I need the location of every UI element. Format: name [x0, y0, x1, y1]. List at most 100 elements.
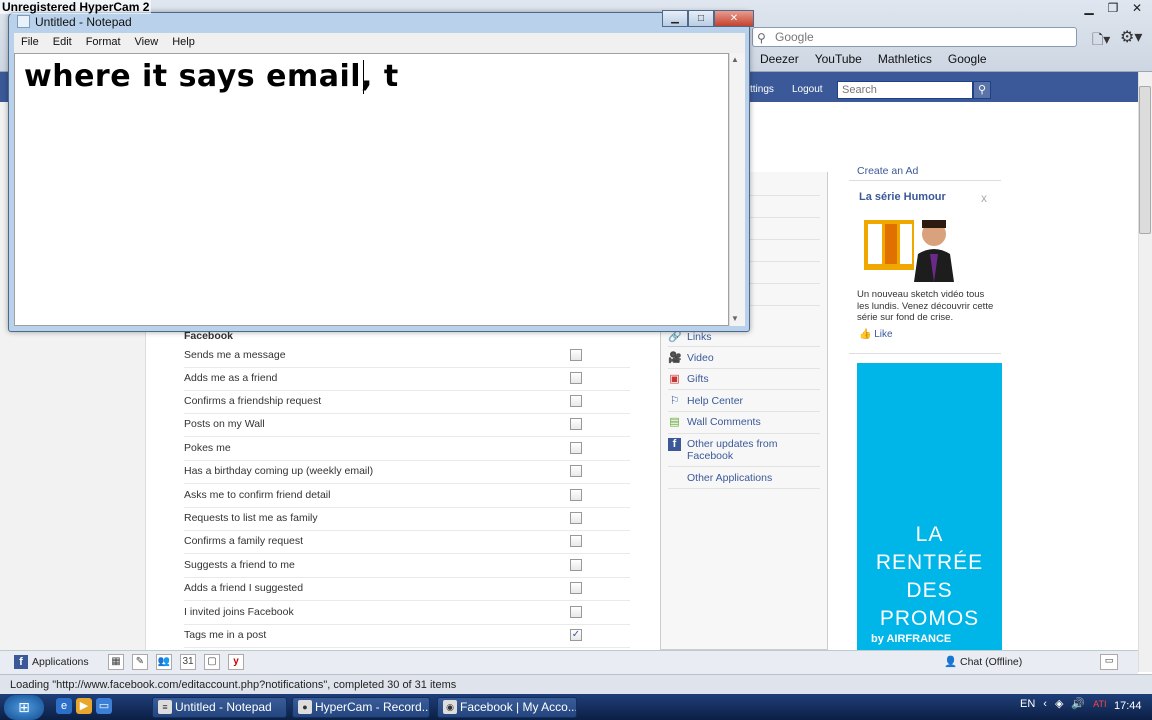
facebook-icon: f: [668, 438, 681, 451]
side-item-help-center[interactable]: ⚐ Help Center: [668, 395, 787, 408]
photos-icon[interactable]: ▦: [108, 654, 124, 670]
maximize-icon[interactable]: □: [688, 10, 714, 27]
bookmark-mathletics[interactable]: Mathletics: [878, 52, 932, 66]
side-item-other-applications[interactable]: Other Applications: [668, 472, 787, 485]
notification-label: Asks me to confirm friend detail: [184, 489, 331, 501]
notification-row: Tags me in a post ✓: [184, 625, 630, 648]
minimize-icon[interactable]: ▁: [662, 10, 688, 27]
create-ad-link[interactable]: Create an Ad: [857, 165, 918, 177]
side-item-wall-comments[interactable]: ▤ Wall Comments: [668, 416, 787, 429]
chat-button[interactable]: 👤 Chat (Offline): [944, 655, 1022, 668]
ad-image[interactable]: [862, 210, 957, 282]
menu-file[interactable]: File: [14, 33, 46, 53]
facebook-search-input[interactable]: Search: [837, 81, 973, 99]
notes-icon[interactable]: ▢: [204, 654, 220, 670]
side-item-gifts[interactable]: ▣ Gifts: [668, 373, 787, 386]
bookmark-google[interactable]: Google: [948, 52, 987, 66]
media-player-icon[interactable]: ▶: [76, 698, 92, 714]
logout-link[interactable]: Logout: [792, 84, 823, 95]
wall-icon: ▤: [669, 416, 680, 428]
notepad-icon: [17, 15, 30, 28]
facebook-icon: f: [14, 655, 28, 669]
taskbar-hypercam[interactable]: ● HyperCam - Record...: [292, 697, 430, 718]
side-item-video[interactable]: 🎥 Video: [668, 352, 787, 365]
bookmark-deezer[interactable]: Deezer: [760, 52, 799, 66]
notification-checkbox[interactable]: [570, 606, 582, 618]
settings-link[interactable]: ttings: [750, 84, 774, 95]
divider: [668, 488, 820, 489]
applications-button[interactable]: f Applications: [14, 653, 89, 671]
notification-checkbox[interactable]: [570, 465, 582, 477]
hypercam-icon: ●: [298, 700, 312, 714]
friends-icon[interactable]: 👥: [156, 654, 172, 670]
page-menu-icon[interactable]: 🗋▾: [1092, 29, 1110, 53]
notification-checkbox[interactable]: [570, 489, 582, 501]
ati-icon[interactable]: ATI: [1093, 699, 1106, 709]
menu-format[interactable]: Format: [79, 33, 128, 53]
notification-checkbox[interactable]: [570, 418, 582, 430]
show-desktop-icon[interactable]: ▭: [96, 698, 112, 714]
ad-like-link[interactable]: 👍 Like: [859, 329, 893, 340]
menu-help[interactable]: Help: [165, 33, 202, 53]
browser-window-controls: ▁ ❐ ✕: [1078, 0, 1148, 16]
notification-checkbox[interactable]: [570, 395, 582, 407]
expand-tray-icon[interactable]: ‹: [1043, 698, 1047, 710]
notification-checkbox[interactable]: [570, 442, 582, 454]
notepad-title: Untitled - Notepad: [35, 15, 132, 29]
language-indicator[interactable]: EN: [1020, 698, 1035, 710]
menu-edit[interactable]: Edit: [46, 33, 79, 53]
calendar-icon[interactable]: 31: [180, 654, 196, 670]
notepad-scrollbar[interactable]: [729, 53, 745, 326]
notification-label: Posts on my Wall: [184, 418, 265, 430]
close-icon[interactable]: ✕: [714, 10, 754, 27]
ad-text: Un nouveau sketch vidéo tous les lundis.…: [857, 289, 994, 323]
yelp-icon[interactable]: y: [228, 654, 244, 670]
minimize-icon[interactable]: ▁: [1078, 0, 1100, 16]
notification-checkbox[interactable]: [570, 559, 582, 571]
notification-checkbox[interactable]: [570, 535, 582, 547]
taskbar-facebook[interactable]: ◉ Facebook | My Acco...: [437, 697, 577, 718]
scroll-down-icon[interactable]: ▼: [731, 314, 739, 323]
chat-popout-icon[interactable]: ▭: [1100, 654, 1118, 670]
notification-row: Requests to list me as family: [184, 508, 630, 531]
search-icon[interactable]: ⚲: [973, 81, 991, 99]
notification-checkbox-checked[interactable]: ✓: [570, 629, 582, 641]
google-search-input[interactable]: ⚲ Google: [752, 27, 1077, 47]
notification-row: Posts on my Wall: [184, 414, 630, 437]
notification-row: Sends me a message: [184, 345, 630, 368]
quick-launch: e ▶ ▭: [56, 698, 112, 714]
volume-icon[interactable]: 🔊: [1071, 697, 1085, 710]
bookmark-apps: ▦ ✎ 👥 31 ▢ y: [108, 654, 244, 670]
close-icon[interactable]: ✕: [1126, 0, 1148, 16]
video-icon[interactable]: ✎: [132, 654, 148, 670]
ad-close-icon[interactable]: x: [981, 191, 987, 205]
taskbar-notepad[interactable]: ≡ Untitled - Notepad: [152, 697, 287, 718]
ad-title[interactable]: La série Humour: [859, 191, 946, 203]
clock[interactable]: 17:44: [1114, 700, 1142, 712]
ad-banner[interactable]: LA RENTRÉE DES PROMOS by AIRFRANCE: [857, 363, 1002, 651]
banner-text: PROMOS: [879, 607, 980, 630]
page-scrollbar-thumb[interactable]: [1139, 86, 1151, 234]
side-item-links[interactable]: 🔗 Links: [668, 331, 787, 344]
notification-row: Adds me as a friend: [184, 368, 630, 391]
notification-label: Tags me in a post: [184, 629, 267, 641]
notification-checkbox[interactable]: [570, 582, 582, 594]
notification-checkbox[interactable]: [570, 512, 582, 524]
menu-view[interactable]: View: [128, 33, 166, 53]
restore-icon[interactable]: ❐: [1102, 0, 1124, 16]
notification-checkbox[interactable]: [570, 349, 582, 361]
notification-checkbox[interactable]: [570, 372, 582, 384]
bookmark-youtube[interactable]: YouTube: [815, 52, 862, 66]
browser-status-bar: Loading "http://www.facebook.com/editacc…: [0, 674, 1152, 694]
search-engine-icon: ⚲: [757, 31, 766, 45]
side-item-other-updates[interactable]: f Other updates from Facebook: [668, 438, 787, 462]
notification-row: Adds a friend I suggested: [184, 578, 630, 601]
tools-gear-icon[interactable]: ⚙▾: [1120, 27, 1142, 47]
internet-explorer-icon[interactable]: e: [56, 698, 72, 714]
notepad-window-controls: ▁ □ ✕: [662, 10, 754, 27]
scroll-up-icon[interactable]: ▲: [731, 55, 739, 64]
start-button[interactable]: ⊞: [4, 695, 44, 720]
link-icon: 🔗: [668, 331, 682, 343]
network-icon[interactable]: ◈: [1055, 697, 1063, 710]
help-icon: ⚐: [669, 395, 680, 407]
